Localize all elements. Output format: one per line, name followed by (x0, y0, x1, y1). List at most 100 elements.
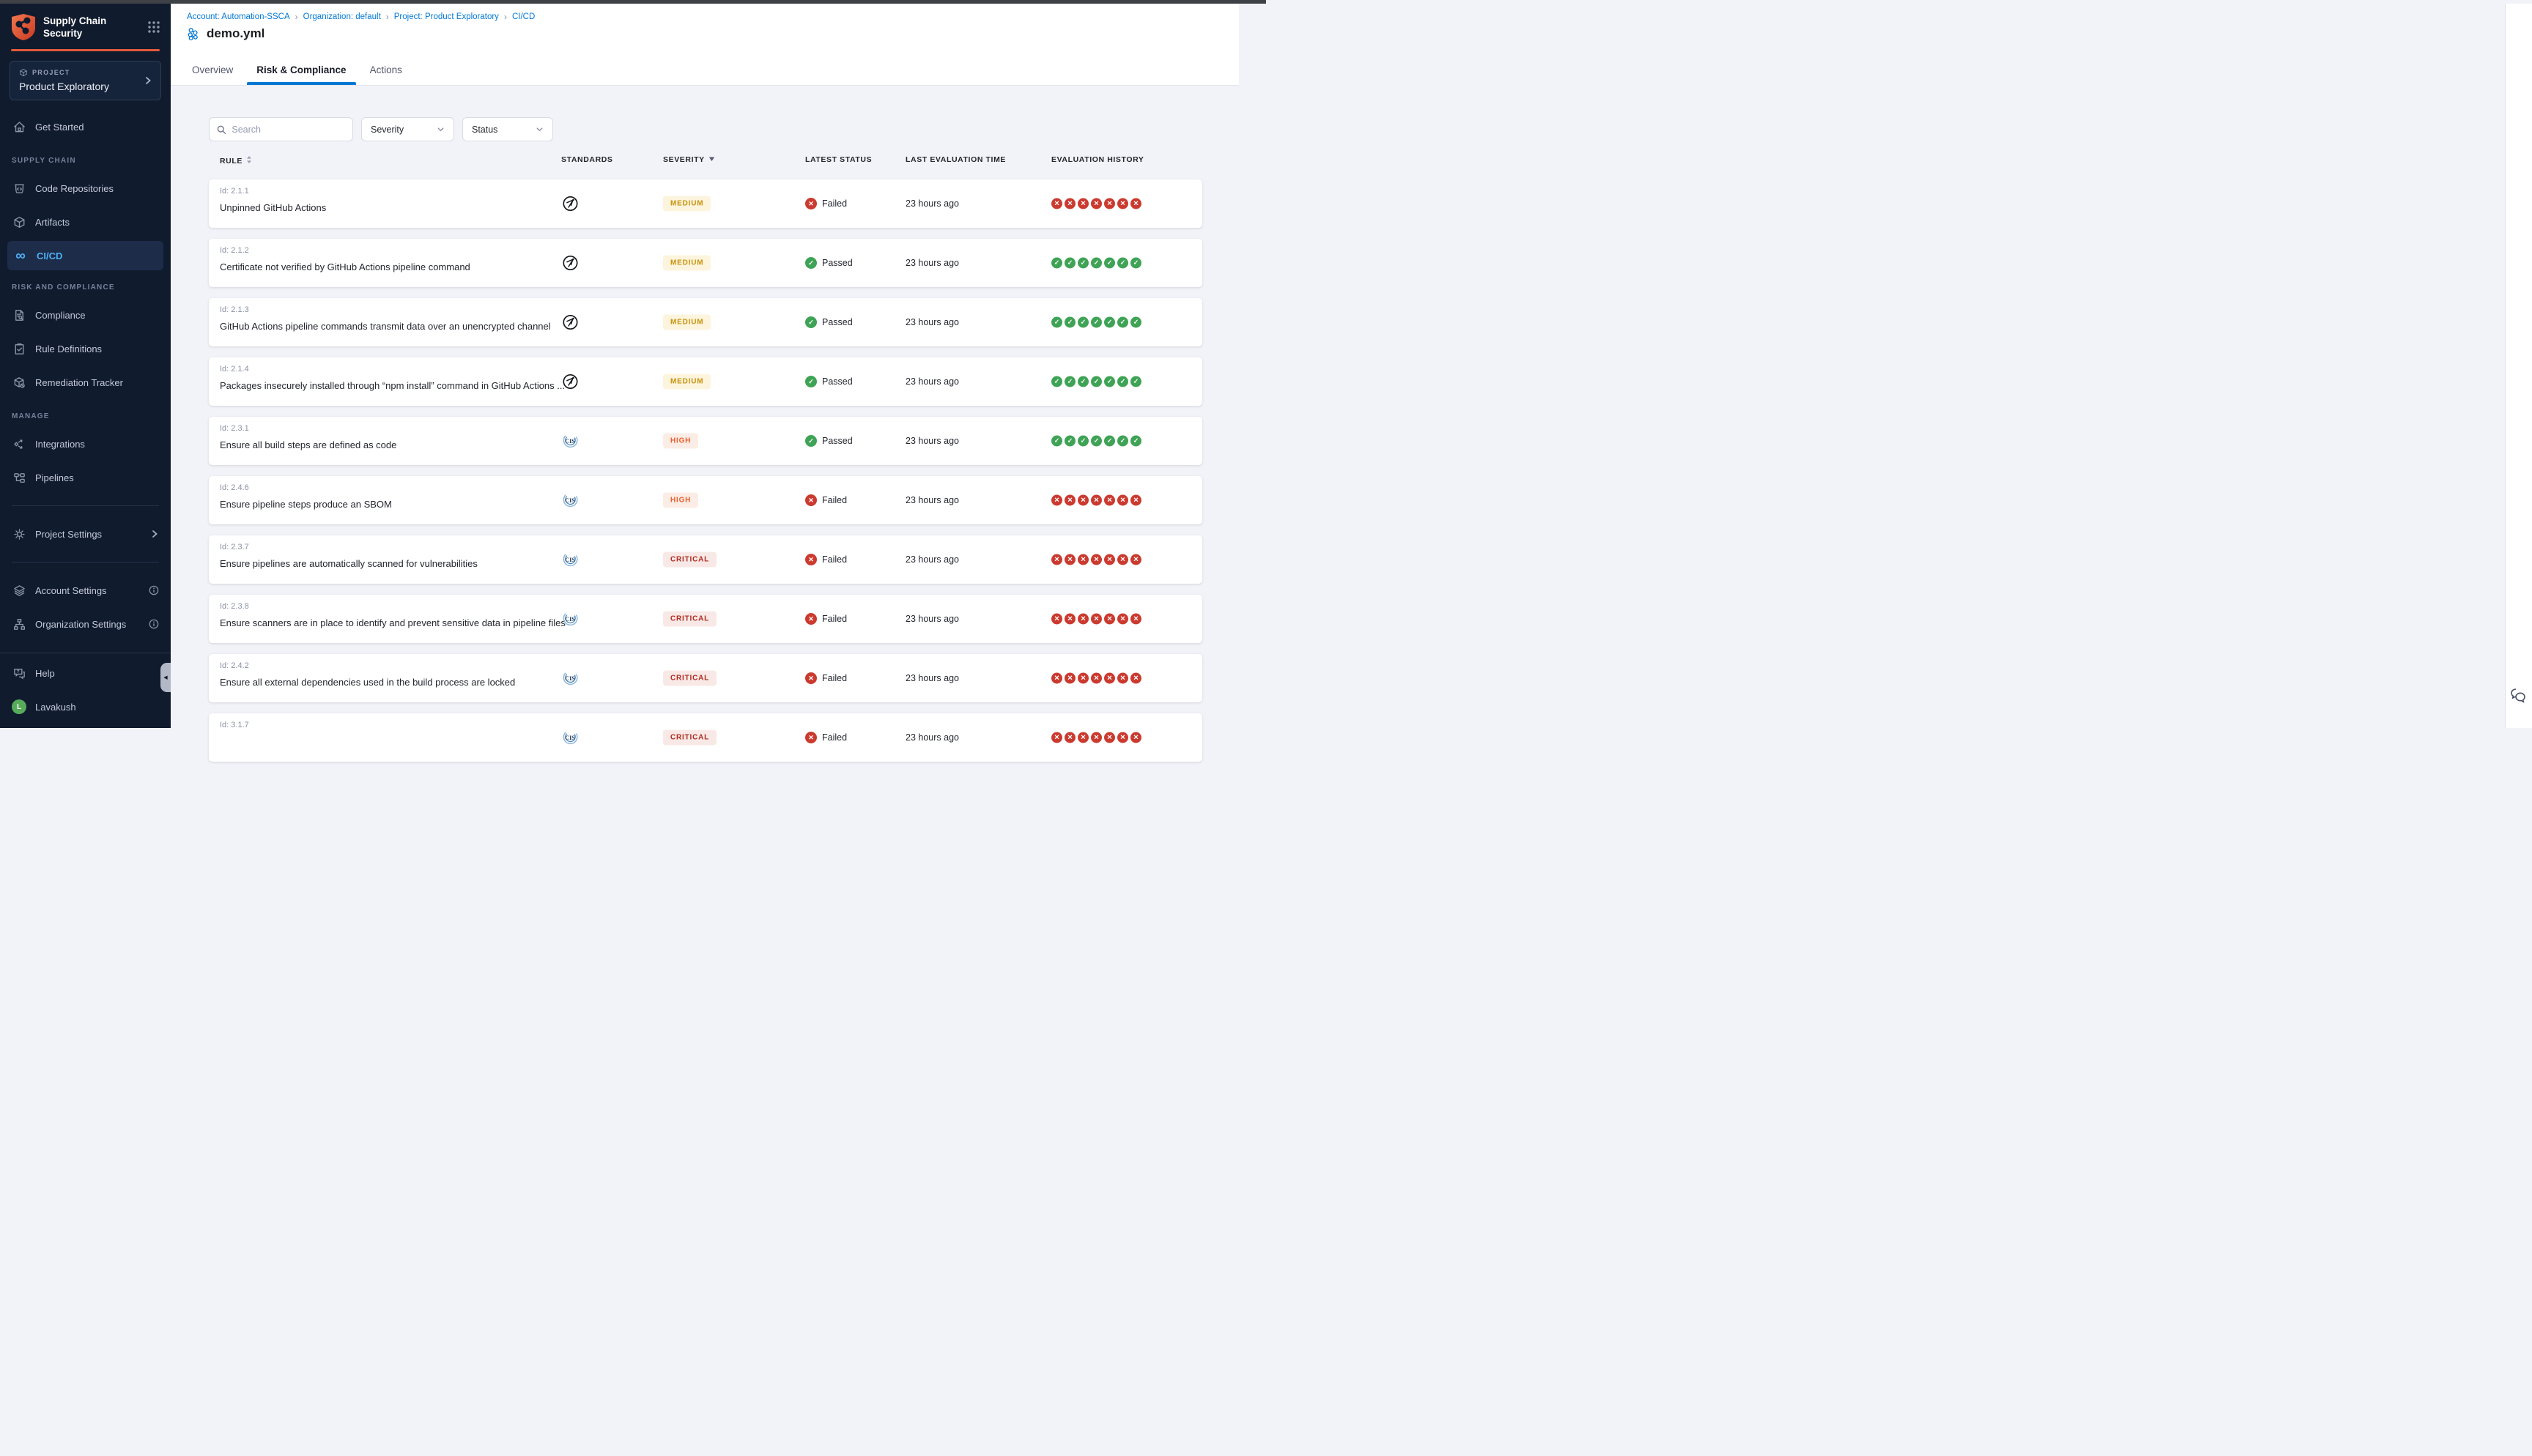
page-header: Account: Automation-SSCA › Organization: d… (171, 4, 1239, 53)
rule-row[interactable]: Id: 2.3.7Ensure pipelines are automatica… (209, 535, 1202, 584)
sidebar-collapse-handle[interactable]: ◀ (160, 663, 171, 692)
app-switcher-grid-icon[interactable] (147, 21, 160, 34)
rule-row[interactable]: Id: 2.3.1Ensure all build steps are defi… (209, 417, 1202, 465)
check-circle-icon: ✓ (1130, 258, 1141, 269)
x-circle-icon: ✕ (1130, 554, 1141, 565)
rule-row[interactable]: Id: 2.1.4Packages insecurely installed t… (209, 357, 1202, 406)
breadcrumb-link[interactable]: Project: Product Exploratory (394, 12, 499, 21)
x-circle-icon: ✕ (1091, 495, 1102, 506)
x-circle-icon: ✕ (1065, 198, 1076, 209)
x-circle-icon: ✕ (1130, 614, 1141, 625)
tab-risk-compliance[interactable]: Risk & Compliance (256, 64, 346, 85)
home-icon (12, 119, 26, 134)
status-label: Failed (822, 614, 847, 624)
status-filter-dropdown[interactable]: Status (462, 117, 553, 141)
column-header-evaluation-history[interactable]: EVALUATION HISTORY (1051, 155, 1144, 164)
rule-id: Id: 2.1.1 (220, 187, 326, 196)
sidebar-item-project-settings[interactable]: Project Settings (0, 517, 171, 551)
cube-icon (12, 215, 26, 229)
x-circle-icon: ✕ (1104, 732, 1115, 743)
owasp-icon (548, 314, 592, 331)
sidebar-item-account-settings[interactable]: Account Settings (0, 573, 171, 607)
sidebar-item-rule-definitions[interactable]: Rule Definitions (0, 332, 171, 365)
breadcrumb-link[interactable]: CI/CD (512, 12, 535, 21)
x-circle-icon: ✕ (1065, 614, 1076, 625)
x-circle-icon: ✕ (1117, 732, 1128, 743)
evaluation-history-cell: ✕✕✕✕✕✕✕ (1051, 673, 1141, 684)
severity-filter-dropdown[interactable]: Severity (361, 117, 454, 141)
severity-badge: HIGH (663, 434, 698, 449)
check-circle-icon: ✓ (1078, 436, 1089, 447)
status-label: Passed (822, 436, 853, 446)
severity-cell: MEDIUM (663, 315, 711, 330)
latest-status-cell: ✓Passed (805, 435, 853, 447)
severity-badge: MEDIUM (663, 256, 711, 271)
check-circle-icon: ✓ (1051, 376, 1062, 387)
x-circle-icon: ✕ (1091, 554, 1102, 565)
nav-item-label: Code Repositories (35, 183, 114, 194)
breadcrumb-link[interactable]: Organization: default (303, 12, 381, 21)
app-title: Supply Chain Security (43, 15, 147, 40)
cube-icon (19, 68, 28, 77)
check-circle-icon: ✓ (805, 257, 817, 269)
rule-row[interactable]: Id: 2.1.1Unpinned GitHub ActionsMEDIUM✕F… (209, 179, 1202, 228)
breadcrumb-separator: › (504, 12, 507, 22)
rule-id: Id: 2.3.1 (220, 424, 396, 433)
sidebar-item-get-started[interactable]: Get Started (0, 110, 171, 144)
column-label: SEVERITY (663, 155, 705, 164)
rule-cell: Id: 2.1.1Unpinned GitHub Actions (220, 187, 326, 213)
tab-actions[interactable]: Actions (370, 64, 402, 85)
column-header-latest-status[interactable]: LATEST STATUS (805, 155, 872, 164)
status-label: Failed (822, 495, 847, 505)
sidebar-user[interactable]: L Lavakush (0, 690, 171, 724)
page-title: demo.yml (207, 26, 264, 41)
sidebar-item-pipelines[interactable]: Pipelines (0, 461, 171, 494)
evaluation-history-cell: ✓✓✓✓✓✓✓ (1051, 317, 1141, 328)
rule-title: Ensure pipelines are automatically scann… (220, 558, 478, 569)
x-circle-icon: ✕ (805, 613, 817, 625)
severity-badge: MEDIUM (663, 315, 711, 330)
sort-both-icon (246, 155, 252, 166)
sidebar-item-organization-settings[interactable]: Organization Settings (0, 607, 171, 641)
sidebar-item-code-repositories[interactable]: Code Repositories (0, 171, 171, 205)
support-chat-button[interactable] (2509, 686, 2528, 707)
sidebar-item-help[interactable]: ? Help (0, 656, 171, 690)
rule-row[interactable]: Id: 2.1.3GitHub Actions pipeline command… (209, 298, 1202, 346)
check-circle-icon: ✓ (1078, 258, 1089, 269)
rule-cell: Id: 2.4.6Ensure pipeline steps produce a… (220, 483, 392, 510)
sidebar-item-artifacts[interactable]: Artifacts (0, 205, 171, 239)
status-label: Passed (822, 317, 853, 327)
rule-row[interactable]: Id: 2.4.2Ensure all external dependencie… (209, 654, 1202, 702)
column-header-severity[interactable]: SEVERITY (663, 155, 715, 164)
logo-accent-divider (11, 49, 160, 51)
search-input[interactable] (232, 125, 345, 135)
column-header-rule[interactable]: RULE (220, 155, 252, 166)
rule-row[interactable]: Id: 2.1.2Certificate not verified by Git… (209, 239, 1202, 287)
x-circle-icon: ✕ (1065, 554, 1076, 565)
sidebar-item-ci-cd[interactable]: ∞CI/CD (7, 241, 163, 270)
latest-status-cell: ✕ Failed (805, 613, 847, 625)
check-circle-icon: ✓ (1130, 317, 1141, 328)
check-circle-icon: ✓ (1104, 317, 1115, 328)
info-icon (149, 585, 159, 595)
sidebar-item-compliance[interactable]: Compliance (0, 298, 171, 332)
project-selector[interactable]: PROJECT Product Exploratory (10, 61, 161, 100)
x-circle-icon: ✕ (1051, 673, 1062, 684)
latest-status-cell: ✕Failed (805, 494, 847, 506)
latest-status-cell: ✓Passed (805, 316, 853, 328)
column-header-last-evaluation-time[interactable]: LAST EVALUATION TIME (906, 155, 1006, 164)
column-header-standards[interactable]: STANDARDS (561, 155, 613, 164)
x-circle-icon: ✕ (805, 672, 817, 684)
risk-compliance-panel: Severity Status RULE STANDARDS SEVERITY LAT… (171, 117, 1239, 762)
rule-row[interactable]: Id: 3.1.7CISCRITICAL✕Failed23 hours ago✕… (209, 713, 1202, 762)
breadcrumb-link[interactable]: Account: Automation-SSCA (187, 12, 290, 21)
tab-overview[interactable]: Overview (192, 64, 233, 85)
nav-item-label: Rule Definitions (35, 343, 102, 354)
sidebar-nav: Get StartedSUPPLY CHAINCode Repositories… (0, 110, 171, 653)
sidebar-item-remediation-tracker[interactable]: Remediation Tracker (0, 365, 171, 399)
pipelines-icon (12, 470, 26, 485)
sidebar-item-integrations[interactable]: Integrations (0, 427, 171, 461)
rule-row[interactable]: Id: 2.4.6Ensure pipeline steps produce a… (209, 476, 1202, 524)
rule-row[interactable]: Id: 2.3.8Ensure scanners are in place to… (209, 595, 1202, 643)
x-circle-icon: ✕ (1104, 673, 1115, 684)
